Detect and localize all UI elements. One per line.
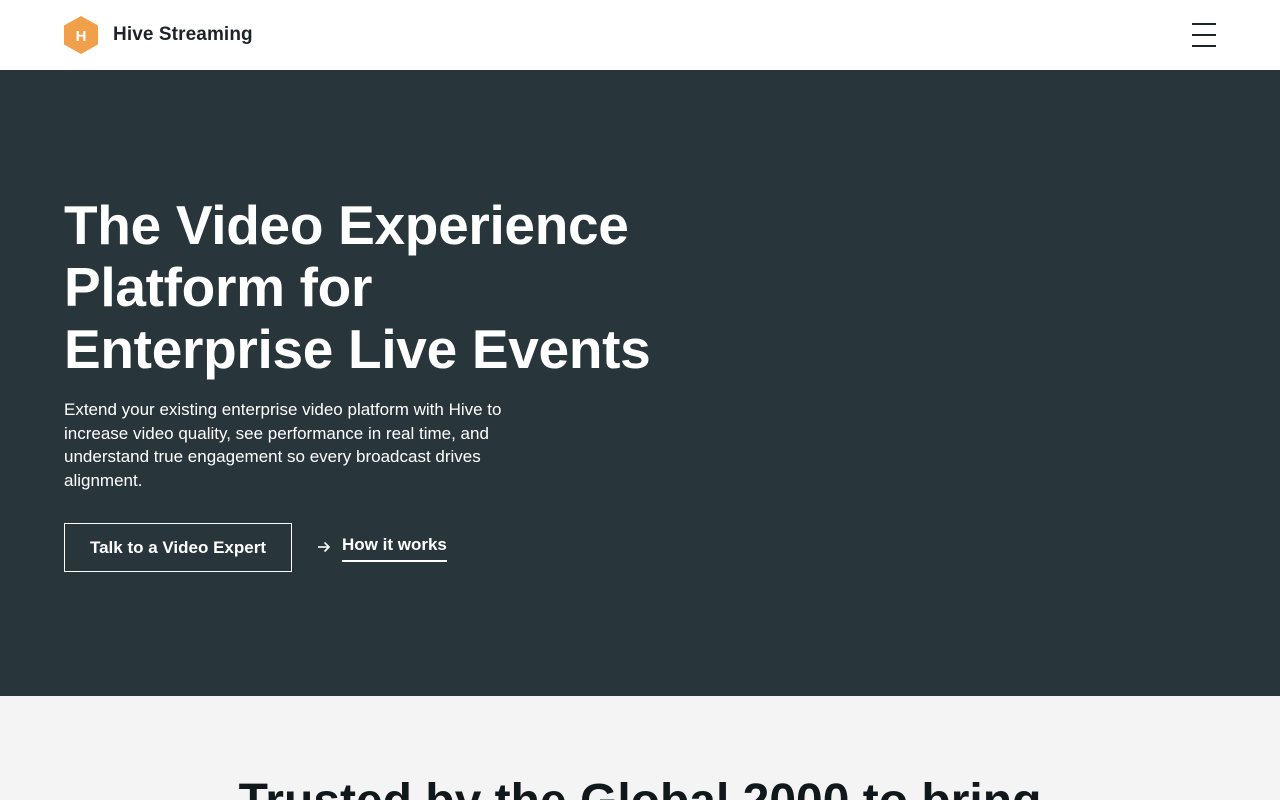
logo[interactable]: H Hive Streaming bbox=[64, 16, 253, 54]
menu-line bbox=[1192, 45, 1216, 47]
arrow-right-icon bbox=[318, 541, 331, 553]
logo-letter: H bbox=[76, 28, 87, 45]
trusted-heading: Trusted by the Global 2000 to bring bbox=[0, 774, 1280, 800]
hero-title-line: Enterprise Live Events bbox=[64, 318, 651, 380]
how-it-works-link[interactable]: How it works bbox=[316, 534, 447, 564]
menu-line bbox=[1192, 23, 1216, 25]
trusted-section: Trusted by the Global 2000 to bring bbox=[0, 696, 1280, 800]
hero-title-line: The Video Experience bbox=[64, 194, 629, 256]
hive-logo-icon: H bbox=[64, 16, 98, 54]
hamburger-menu-icon[interactable] bbox=[1186, 17, 1222, 53]
site-header: H Hive Streaming bbox=[0, 0, 1280, 70]
talk-to-expert-button[interactable]: Talk to a Video Expert bbox=[64, 523, 292, 572]
logo-text: Hive Streaming bbox=[113, 24, 253, 45]
hero-title: The Video Experience Platform for Enterp… bbox=[64, 194, 704, 380]
how-it-works-label: How it works bbox=[342, 534, 447, 562]
hero-title-line: Platform for bbox=[64, 256, 373, 318]
hero-section: The Video Experience Platform for Enterp… bbox=[0, 70, 1280, 696]
menu-line bbox=[1192, 34, 1216, 36]
hero-subtitle: Extend your existing enterprise video pl… bbox=[64, 400, 502, 490]
